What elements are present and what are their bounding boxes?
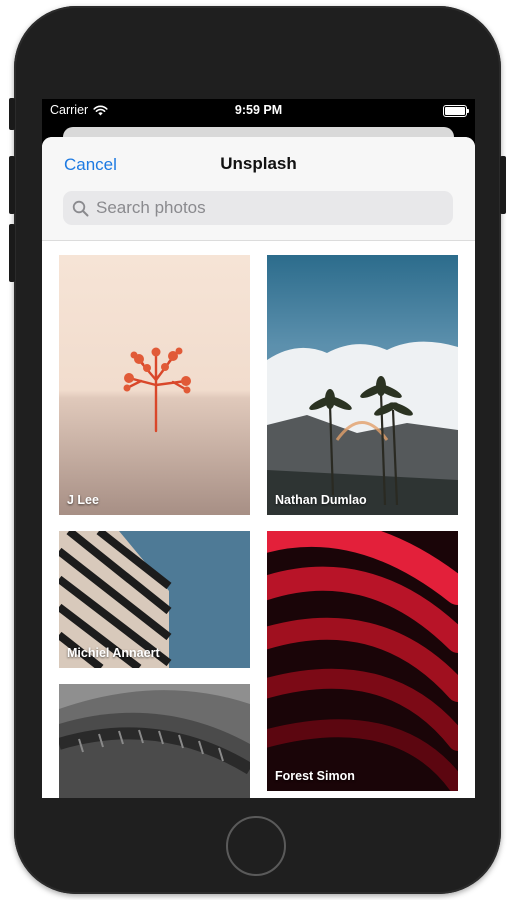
volume-down-button — [9, 224, 15, 282]
photo-red-abstract[interactable]: Forest Simon — [267, 531, 458, 791]
phone-screen: Carrier 9:59 PM Cancel Unsplash Search p… — [42, 99, 475, 798]
photo-red-leaf[interactable]: J Lee — [59, 255, 250, 515]
search-input[interactable] — [94, 197, 438, 219]
status-bar: Carrier 9:59 PM — [42, 99, 475, 121]
mute-switch — [9, 98, 15, 130]
photo-grid[interactable]: J Lee Nathan Dumlao Michiel Annaert Fore… — [42, 241, 475, 798]
red-leaf-image — [59, 255, 250, 515]
photo-credit-label: Nathan Dumlao — [275, 493, 367, 507]
battery-icon — [443, 105, 469, 117]
photo-credit-label: Michiel Annaert — [67, 646, 160, 660]
home-button[interactable] — [226, 816, 286, 876]
search-icon — [72, 200, 89, 216]
palm-trees-image — [267, 255, 458, 515]
photo-credit-label: J Lee — [67, 493, 99, 507]
search-bar[interactable] — [63, 191, 453, 225]
photo-credit-label: Forest Simon — [275, 769, 355, 783]
page-title: Unsplash — [220, 154, 297, 173]
photo-building[interactable]: Michiel Annaert — [59, 531, 250, 668]
red-abstract-image — [267, 531, 458, 791]
photo-concrete-curve[interactable] — [59, 684, 250, 798]
power-button — [500, 156, 506, 214]
concrete-curve-image — [59, 684, 250, 798]
volume-up-button — [9, 156, 15, 214]
navigation-bar: Cancel Unsplash — [42, 137, 475, 241]
photo-palm-trees[interactable]: Nathan Dumlao — [267, 255, 458, 515]
status-time: 9:59 PM — [234, 103, 283, 117]
unsplash-sheet: Cancel Unsplash Search photos J Lee Nath… — [42, 137, 475, 798]
